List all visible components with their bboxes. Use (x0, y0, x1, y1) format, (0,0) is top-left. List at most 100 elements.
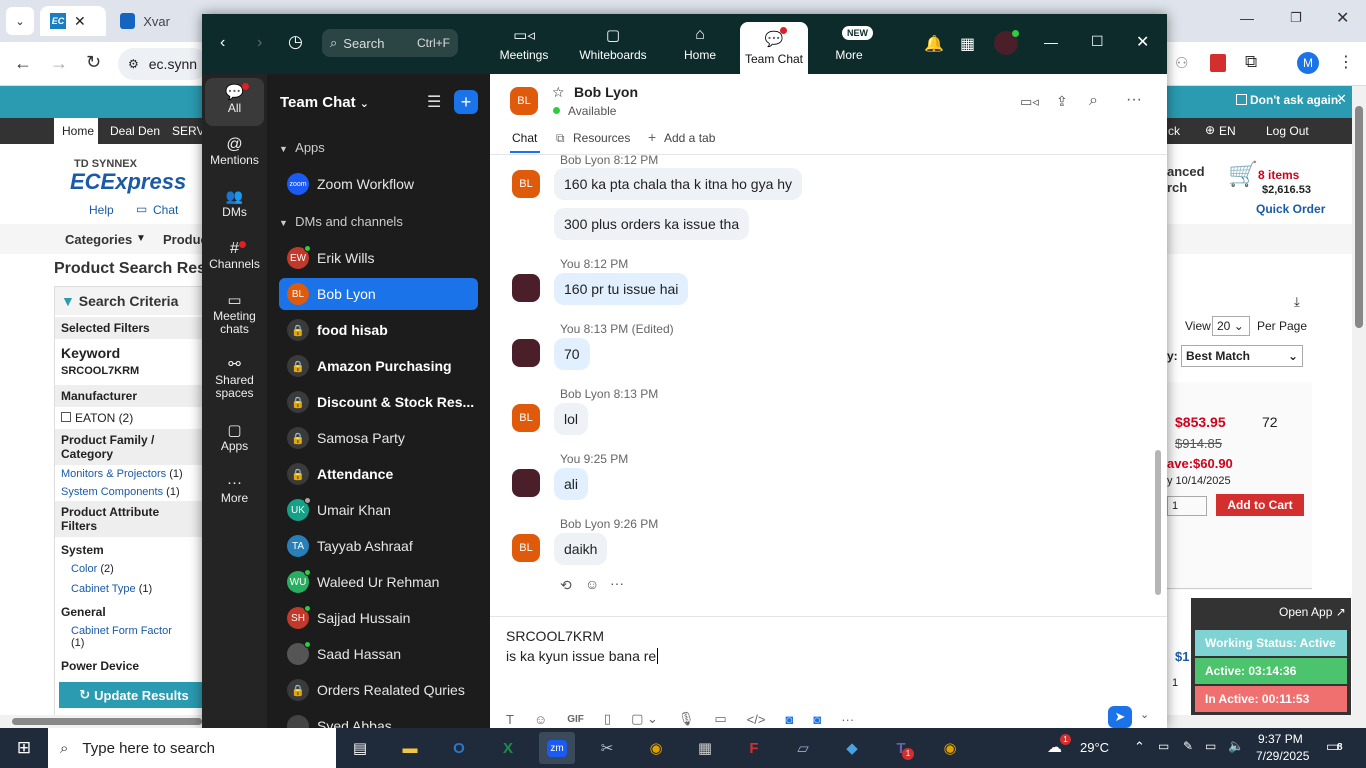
filezilla-icon[interactable]: F (736, 732, 772, 764)
emoji-reaction-icon[interactable]: ☺ (585, 576, 599, 592)
star-icon[interactable]: ☆ (552, 84, 565, 101)
send-button[interactable]: ➤ (1108, 706, 1132, 728)
rail-meeting-chats[interactable]: ▭ Meeting chats (205, 293, 264, 336)
nav-deal-den[interactable]: Deal Den (110, 124, 160, 138)
nav-home[interactable]: ⌂ Home (668, 14, 732, 74)
forward-icon[interactable]: › (257, 34, 262, 52)
restore-browser-icon[interactable]: ❐ (1290, 10, 1302, 26)
message-compose-input[interactable]: SRCOOL7KRM is ka kyun issue bana re (506, 626, 1146, 706)
browser-tab-active[interactable]: EC ✕ (40, 6, 106, 36)
sidebar-item-bob-lyon[interactable]: BL Bob Lyon (279, 278, 478, 310)
contact-header-name[interactable]: Bob Lyon (574, 84, 638, 100)
video-message-icon[interactable]: ▭ (714, 711, 726, 727)
back-icon[interactable]: ‹ (220, 34, 225, 52)
filter-icon[interactable]: ☰ (427, 92, 441, 112)
nav-more[interactable]: ···More (818, 14, 880, 74)
nav-logout[interactable]: Log Out (1266, 124, 1309, 138)
reply-icon[interactable]: ⟲ (560, 577, 572, 594)
nav-home[interactable]: Home (54, 118, 98, 144)
sidebar-item-sajjad-hussain[interactable]: SH Sajjad Hussain (279, 602, 478, 634)
help-link[interactable]: Help (89, 203, 114, 217)
download-icon[interactable]: ⤓ (1294, 294, 1300, 310)
file-explorer-icon[interactable]: ▬ (392, 732, 428, 764)
sidebar-item-umair-khan[interactable]: UK Umair Khan (279, 494, 478, 526)
nav-services[interactable]: SERV (172, 124, 204, 138)
sidebar-item-food-hisab[interactable]: 🔒 food hisab (279, 314, 478, 346)
nav-whiteboards[interactable]: ▢ Whiteboards (572, 14, 654, 74)
nav-language[interactable]: EN (1219, 124, 1236, 138)
sidebar-item-erik-wills[interactable]: EW Erik Wills (279, 242, 478, 274)
open-app-button[interactable]: Open App ↗ (1279, 605, 1346, 619)
eaton-filter[interactable]: EATON (2) (55, 407, 203, 429)
color-link[interactable]: Color (71, 563, 97, 575)
history-icon[interactable]: ◷ (288, 32, 303, 52)
close-icon[interactable]: ✕ (1136, 32, 1149, 52)
qty-input[interactable]: 1 (1167, 496, 1207, 516)
notes-icon[interactable]: ▱ (785, 732, 821, 764)
profile-avatar[interactable]: M (1297, 52, 1319, 74)
extension-icon[interactable]: ⚇ (1175, 54, 1188, 72)
sidebar-item-tayyab-ashraaf[interactable]: TA Tayyab Ashraaf (279, 530, 478, 562)
gif-icon[interactable]: GIF (567, 714, 584, 725)
teams-icon[interactable]: T (883, 732, 919, 764)
quick-order-link[interactable]: Quick Order (1256, 202, 1325, 216)
maximize-icon[interactable]: ☐ (1091, 33, 1104, 50)
rail-more[interactable]: ··· More (205, 475, 264, 505)
close-banner-icon[interactable]: ✕ (1336, 91, 1347, 107)
message-bubble[interactable]: 70 (554, 338, 590, 370)
clock-date[interactable]: 7/29/2025 (1256, 749, 1309, 763)
nav-team-chat[interactable]: 💬 Team Chat (740, 22, 808, 74)
site-info-icon[interactable]: ⚙ (128, 57, 139, 71)
search-chat-icon[interactable]: ⌕ (1089, 92, 1098, 110)
sidebar-item-orders-queries[interactable]: 🔒 Orders Realated Quries (279, 674, 478, 706)
rail-shared-spaces[interactable]: ⚯ Shared spaces (205, 357, 264, 400)
network-icon[interactable]: ▭ (1205, 739, 1216, 753)
categories-menu[interactable]: Categories (65, 232, 132, 247)
meet-now-icon[interactable]: ▭ (1158, 739, 1169, 753)
minimize-icon[interactable]: — (1044, 34, 1058, 50)
message-more-icon[interactable]: ··· (610, 575, 624, 591)
contact-avatar[interactable]: BL (510, 87, 538, 115)
windows-start-icon[interactable]: ⊞ (6, 732, 42, 764)
add-to-cart-button[interactable]: Add to Cart (1216, 494, 1304, 516)
close-browser-icon[interactable]: ✕ (1336, 8, 1349, 28)
calendar-icon[interactable]: ▦ (960, 34, 975, 54)
browser-menu-icon[interactable]: ⋮ (1338, 52, 1354, 72)
tab-resources[interactable]: Resources (573, 131, 630, 145)
snipping-tool-icon[interactable]: ✂ (589, 732, 625, 764)
text-format-icon[interactable]: T (506, 712, 514, 727)
message-bubble[interactable]: lol (554, 403, 589, 435)
sidebar-item-waleed-ur-rehman[interactable]: WU Waleed Ur Rehman (279, 566, 478, 598)
chevron-up-icon[interactable]: ⌃ (1134, 739, 1145, 755)
forward-arrow-icon[interactable]: → (50, 53, 68, 74)
checkbox[interactable] (61, 412, 71, 422)
task-view-icon[interactable]: ▤ (342, 732, 378, 764)
screenshot-icon[interactable]: ▢ ⌄ (631, 711, 658, 727)
more-options-icon[interactable]: ··· (1126, 91, 1142, 109)
emoji-icon[interactable]: ☺ (534, 712, 547, 727)
message-bubble[interactable]: daikh (554, 533, 608, 565)
user-avatar[interactable] (994, 30, 1019, 55)
reload-icon[interactable]: ↻ (86, 52, 101, 73)
sidebar-title[interactable]: Team Chat ⌄ (280, 94, 369, 111)
outlook-icon[interactable]: O (441, 732, 477, 764)
excel-icon[interactable]: X (490, 732, 526, 764)
sidebar-item-samosa-party[interactable]: 🔒 Samosa Party (279, 422, 478, 454)
sidebar-item-saad-hassan[interactable]: Saad Hassan (279, 638, 478, 670)
chat-scrollbar[interactable] (1155, 160, 1161, 600)
chrome-icon[interactable]: ◉ (638, 732, 674, 764)
tab-chat[interactable]: Chat (512, 131, 537, 145)
app-blue-icon[interactable]: ◆ (834, 732, 870, 764)
site-logo[interactable]: TD SYNNEX ECExpress (70, 158, 186, 195)
more-tools-icon[interactable]: ··· (841, 712, 854, 727)
pen-icon[interactable]: ✎ (1183, 739, 1193, 753)
close-tab-icon[interactable]: ✕ (74, 13, 86, 30)
sort-select[interactable]: Best Match ⌄ (1181, 345, 1303, 367)
taskbar-search[interactable]: ⌕ Type here to search (48, 728, 336, 768)
dont-ask-checkbox[interactable] (1236, 94, 1247, 105)
cart-items[interactable]: 8 items (1258, 168, 1299, 182)
view-select[interactable]: 20 ⌄ (1212, 316, 1250, 336)
scrollbar-thumb[interactable] (1355, 106, 1363, 328)
back-arrow-icon[interactable]: ← (14, 53, 32, 74)
send-options-icon[interactable]: ⌄ (1140, 708, 1149, 721)
